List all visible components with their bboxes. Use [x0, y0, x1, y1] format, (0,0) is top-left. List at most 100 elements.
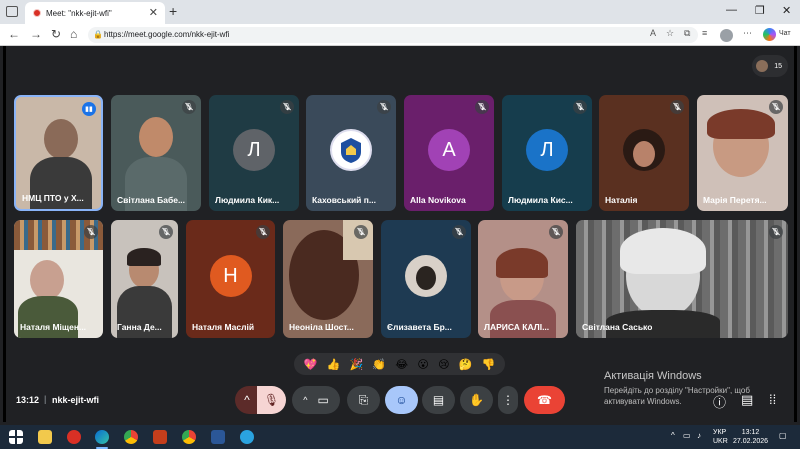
more-options-button[interactable]: ⋮: [498, 386, 518, 414]
activation-title: Активація Windows: [604, 370, 702, 382]
participant-tile[interactable]: 🎙 Світлана Бабе...: [111, 95, 201, 211]
reaction-surprised-button[interactable]: 😮: [417, 358, 428, 371]
participant-name: Каховський п...: [312, 195, 376, 205]
chat-label[interactable]: Чат: [779, 30, 791, 37]
participant-tile[interactable]: A 🎙 Alla Novikova: [404, 95, 494, 211]
read-aloud-icon[interactable]: A: [650, 28, 656, 38]
participant-photo-avatar: [405, 255, 447, 297]
language-short: УКР: [713, 429, 727, 436]
favorites-list-icon[interactable]: ≡: [702, 28, 707, 38]
file-explorer-icon[interactable]: [38, 430, 52, 444]
camera-toggle-button[interactable]: ^ ▭: [292, 386, 340, 414]
chrome-icon[interactable]: [124, 430, 138, 444]
reaction-thinking-button[interactable]: 🤔: [459, 358, 473, 371]
forward-icon[interactable]: →: [30, 27, 42, 41]
powerpoint-icon[interactable]: [153, 430, 167, 444]
profile-avatar[interactable]: [720, 29, 733, 42]
participant-count-button[interactable]: 15: [752, 55, 788, 77]
activities-icon[interactable]: ⁞⁞: [769, 392, 776, 407]
participant-tile[interactable]: 🎙 Єлизавета Бр...: [381, 220, 471, 338]
back-icon[interactable]: ←: [8, 27, 20, 41]
reaction-sad-button[interactable]: 😢: [438, 358, 449, 371]
reactions-bar: 💖 👍 🎉 👏 😂 😮 😢 🤔 👎: [294, 353, 505, 375]
windows-start-icon[interactable]: [9, 430, 23, 444]
tab-title: Meet: "nkk-ejit-wfi": [46, 8, 112, 18]
emoji-reactions-button[interactable]: ☺: [385, 386, 418, 414]
participant-tile[interactable]: Н 🎙 Наталя Маслій: [186, 220, 275, 338]
participant-avatar: Л: [233, 129, 275, 171]
participant-name: НМЦ ПТО у Х...: [22, 193, 84, 203]
participant-tile[interactable]: 🎙 Ганна Де...: [111, 220, 178, 338]
hang-up-icon: ☎: [537, 393, 552, 407]
leave-call-button[interactable]: ☎: [524, 386, 565, 414]
browser-tab[interactable]: Meet: "nkk-ejit-wfi" ✕: [25, 2, 165, 24]
participant-avatar: Н: [209, 255, 252, 297]
reaction-thumbs-down-button[interactable]: 👎: [482, 358, 496, 371]
participant-tile[interactable]: Л 🎙 Людмила Кис...: [502, 95, 592, 211]
participant-tile[interactable]: 🎙 Наталя Міщен...: [14, 220, 103, 338]
system-clock[interactable]: 13:12 27.02.2026: [733, 428, 768, 446]
participant-name: Неоніла Шост...: [289, 322, 354, 332]
url-field[interactable]: 🔒 https://meet.google.com/nkk-ejit-wfi: [88, 27, 698, 43]
word-icon[interactable]: [211, 430, 225, 444]
mic-off-icon: 🎙: [549, 225, 563, 239]
participant-tile[interactable]: 🎙 Наталія: [599, 95, 689, 211]
home-icon[interactable]: ⌂: [70, 27, 77, 41]
reaction-thumbs-up-button[interactable]: 👍: [327, 358, 341, 371]
present-screen-button[interactable]: ⎘: [347, 386, 380, 414]
mic-off-icon: 🎙: [182, 100, 196, 114]
mic-off-icon: 🎙: [377, 100, 391, 114]
mic-off-icon: 🎙: [670, 100, 684, 114]
participant-name: Світлана Сасько: [582, 322, 653, 332]
window-close-icon[interactable]: ✕: [782, 4, 791, 17]
address-bar: ← → ↻ ⌂ 🔒 https://meet.google.com/nkk-ej…: [0, 24, 800, 46]
participant-name: Людмила Кис...: [508, 195, 573, 205]
mic-off-icon: 🎙: [769, 225, 783, 239]
reaction-laugh-button[interactable]: 😂: [395, 358, 408, 371]
microphone-toggle-button[interactable]: 🎙: [257, 386, 286, 414]
chat-icon[interactable]: ▤: [741, 392, 753, 408]
opera-icon[interactable]: [67, 430, 81, 444]
reaction-clap-button[interactable]: 👏: [372, 358, 386, 371]
participant-avatar: A: [428, 129, 470, 171]
participant-tile[interactable]: 🎙 ЛАРИСА КАЛІ...: [478, 220, 568, 338]
chrome-icon[interactable]: [182, 430, 196, 444]
reaction-party-button[interactable]: 🎉: [349, 358, 363, 371]
participant-hair: [620, 228, 706, 274]
reload-icon[interactable]: ↻: [51, 27, 61, 41]
new-tab-icon[interactable]: +: [169, 3, 177, 19]
participant-tile[interactable]: 🎙 Марія Перетя...: [697, 95, 788, 211]
participant-name: Наталія: [605, 195, 638, 205]
meeting-info-icon[interactable]: ⓘ: [713, 392, 726, 411]
minimize-icon[interactable]: —: [726, 4, 737, 16]
meeting-time: 13:12: [16, 395, 40, 405]
volume-icon[interactable]: ♪: [697, 431, 701, 440]
captions-icon: ▤: [432, 393, 445, 407]
clock-time: 13:12: [741, 429, 760, 436]
participant-tile[interactable]: 🎙 Неоніла Шост...: [283, 220, 373, 338]
close-tab-icon[interactable]: ✕: [149, 6, 158, 19]
language-indicator[interactable]: УКР UKR: [713, 428, 728, 446]
participant-tile[interactable]: 🎙 Каховський п...: [306, 95, 396, 211]
participant-tile[interactable]: Л 🎙 Людмила Кик...: [209, 95, 299, 211]
notifications-icon[interactable]: ▢: [779, 431, 787, 440]
telegram-icon[interactable]: [240, 430, 254, 444]
tray-chevron-icon[interactable]: ^: [671, 431, 675, 440]
participant-tile[interactable]: 🎙 Світлана Сасько: [576, 220, 788, 338]
raise-hand-button[interactable]: ✋: [460, 386, 493, 414]
copilot-icon[interactable]: [763, 28, 776, 41]
more-icon[interactable]: ⋯: [743, 28, 752, 39]
maximize-icon[interactable]: ❐: [755, 4, 765, 17]
participant-tile[interactable]: ▮▮ НМЦ ПТО у Х...: [14, 95, 103, 211]
mic-options-button[interactable]: ^: [235, 386, 259, 414]
favorite-icon[interactable]: ☆: [666, 28, 674, 39]
edge-icon[interactable]: [95, 430, 109, 444]
participant-name: Наталя Маслій: [192, 322, 255, 332]
reaction-heart-button[interactable]: 💖: [304, 358, 318, 371]
participant-name: Людмила Кик...: [215, 195, 280, 205]
captions-button[interactable]: ▤: [422, 386, 455, 414]
tab-actions-icon[interactable]: [6, 6, 18, 17]
network-icon[interactable]: ▭: [683, 431, 691, 440]
mic-off-icon: 🎙: [280, 100, 294, 114]
extensions-icon[interactable]: ⧉: [684, 28, 690, 39]
